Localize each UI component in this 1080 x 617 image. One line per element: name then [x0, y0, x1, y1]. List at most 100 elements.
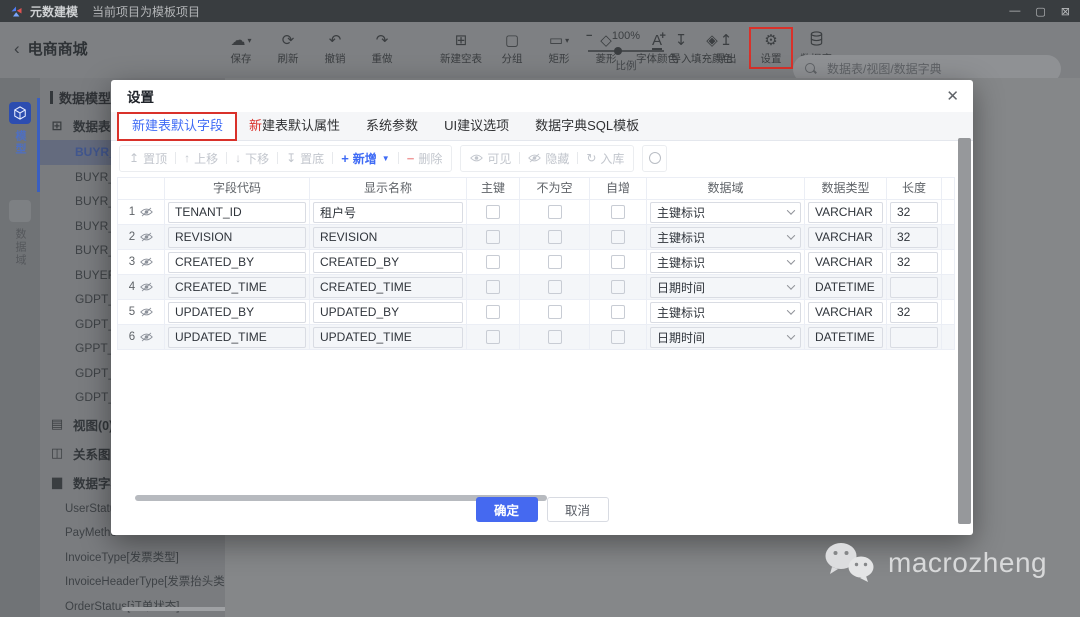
- info-button[interactable]: [642, 144, 668, 172]
- not-null-checkbox[interactable]: [547, 255, 562, 269]
- not-null-checkbox[interactable]: [547, 230, 562, 244]
- data-type-input[interactable]: DATETIME: [808, 326, 883, 348]
- field-code-input[interactable]: TENANT_ID: [168, 201, 306, 223]
- data-domain-select[interactable]: 主键标识: [650, 301, 801, 323]
- import-button[interactable]: ↧▾ 导入: [662, 29, 700, 67]
- primary-key-checkbox[interactable]: [486, 205, 500, 219]
- sidebar-dict-item[interactable]: InvoiceHeaderType[发票抬头类型]: [40, 570, 225, 595]
- display-name-input[interactable]: UPDATED_TIME: [313, 326, 463, 348]
- set-visible-button[interactable]: 可见: [470, 150, 511, 167]
- length-input[interactable]: 32: [890, 251, 938, 273]
- zoom-slider[interactable]: [588, 47, 664, 55]
- undo-button[interactable]: ↶▾ 撤销: [316, 29, 354, 67]
- new-table-button[interactable]: ⊞▾ 新建空表: [438, 29, 484, 67]
- maximize-icon[interactable]: ▢: [1035, 5, 1045, 18]
- zoom-out-button[interactable]: −: [586, 30, 592, 42]
- primary-key-checkbox[interactable]: [486, 230, 500, 244]
- primary-key-checkbox[interactable]: [486, 305, 500, 319]
- data-domain-select[interactable]: 主键标识: [650, 226, 801, 248]
- data-domain-select[interactable]: 主键标识: [650, 201, 801, 223]
- auto-increment-checkbox[interactable]: [611, 305, 625, 319]
- primary-key-checkbox[interactable]: [486, 330, 500, 344]
- add-row-button[interactable]: + 新增: [341, 150, 377, 167]
- not-null-checkbox[interactable]: [547, 280, 562, 294]
- ok-button[interactable]: 确定: [475, 497, 538, 522]
- eye-off-icon[interactable]: [140, 257, 154, 267]
- pin-bottom-button[interactable]: ↧ 置底: [286, 150, 324, 167]
- length-input[interactable]: 32: [890, 301, 938, 323]
- auto-increment-checkbox[interactable]: [611, 230, 625, 244]
- length-input[interactable]: 32: [890, 201, 938, 223]
- display-name-input[interactable]: UPDATED_BY: [313, 301, 463, 323]
- eye-off-icon[interactable]: [140, 307, 154, 317]
- minimize-icon[interactable]: —: [1009, 5, 1020, 17]
- data-type-input[interactable]: DATETIME: [808, 276, 883, 298]
- pin-top-button[interactable]: ↥ 置顶: [129, 150, 167, 167]
- dropdown-caret-icon[interactable]: ▾: [247, 36, 251, 45]
- eye-off-icon[interactable]: [140, 282, 154, 292]
- field-code-input[interactable]: CREATED_TIME: [168, 276, 306, 298]
- data-domain-select[interactable]: 日期时间: [650, 326, 801, 348]
- data-type-input[interactable]: VARCHAR: [808, 201, 883, 223]
- field-code-input[interactable]: UPDATED_TIME: [168, 326, 306, 348]
- rail-item-model[interactable]: 模型: [0, 78, 40, 156]
- not-null-checkbox[interactable]: [547, 205, 562, 219]
- sidebar-dict-item[interactable]: InvoiceType[发票类型]: [40, 546, 225, 571]
- back-button[interactable]: ‹ 电商商城: [14, 38, 88, 59]
- tab-system-params[interactable]: 系统参数: [353, 112, 431, 140]
- data-type-input[interactable]: VARCHAR: [808, 251, 883, 273]
- group-button[interactable]: ▢▾ 分组: [493, 29, 531, 67]
- data-type-input[interactable]: VARCHAR: [808, 226, 883, 248]
- not-null-checkbox[interactable]: [547, 305, 562, 319]
- primary-key-checkbox[interactable]: [486, 280, 500, 294]
- field-code-input[interactable]: UPDATED_BY: [168, 301, 306, 323]
- tab-default-fields[interactable]: 新建表默认字段: [116, 112, 238, 141]
- not-null-checkbox[interactable]: [547, 330, 562, 344]
- display-name-input[interactable]: REVISION: [313, 226, 463, 248]
- dropdown-caret-icon[interactable]: ▾: [565, 36, 569, 45]
- display-name-input[interactable]: 租户号: [313, 201, 463, 223]
- add-dropdown-caret-icon[interactable]: ▼: [382, 154, 390, 163]
- length-input[interactable]: [890, 276, 938, 298]
- save-button[interactable]: ☁ ▾ 保存: [222, 29, 260, 67]
- move-up-button[interactable]: ↑ 上移: [184, 150, 218, 167]
- sidebar-dict-item[interactable]: OrderStatus[订单状态]: [40, 595, 225, 617]
- dialog-vertical-scrollbar[interactable]: [958, 138, 971, 524]
- eye-off-icon[interactable]: [140, 232, 154, 242]
- primary-key-checkbox[interactable]: [486, 255, 500, 269]
- tab-ui-options[interactable]: UI建议选项: [431, 112, 522, 140]
- export-button[interactable]: ↥▾ 导出: [707, 29, 745, 67]
- redo-button[interactable]: ↷▾ 重做: [363, 29, 401, 67]
- tab-dict-sql-template[interactable]: 数据字典SQL模板: [522, 112, 652, 140]
- settings-button[interactable]: ⚙▾ 设置: [749, 27, 793, 68]
- delete-row-button[interactable]: − 删除: [407, 150, 443, 167]
- data-domain-select[interactable]: 主键标识: [650, 251, 801, 273]
- search-input[interactable]: [825, 61, 1049, 77]
- auto-increment-checkbox[interactable]: [611, 255, 625, 269]
- dialog-close-icon[interactable]: ✕: [946, 87, 959, 105]
- rail-item-domain[interactable]: 数据域: [0, 156, 40, 267]
- sidebar-scrollbar[interactable]: [122, 607, 225, 611]
- set-hidden-button[interactable]: 隐藏: [528, 150, 569, 167]
- refresh-button[interactable]: ⟳▾ 刷新: [269, 29, 307, 67]
- eye-off-icon[interactable]: [140, 207, 154, 217]
- auto-increment-checkbox[interactable]: [611, 330, 625, 344]
- tab-default-props[interactable]: 新建表默认属性: [236, 112, 353, 140]
- field-code-input[interactable]: REVISION: [168, 226, 306, 248]
- field-code-input[interactable]: CREATED_BY: [168, 251, 306, 273]
- length-input[interactable]: [890, 326, 938, 348]
- store-to-db-button[interactable]: ↻ 入库: [586, 150, 624, 167]
- zoom-slider-handle[interactable]: [613, 47, 622, 55]
- eye-off-icon[interactable]: [140, 332, 154, 342]
- display-name-input[interactable]: CREATED_BY: [313, 251, 463, 273]
- move-down-button[interactable]: ↓ 下移: [235, 150, 269, 167]
- auto-increment-checkbox[interactable]: [611, 280, 625, 294]
- close-window-icon[interactable]: ⊠: [1061, 5, 1070, 18]
- data-type-input[interactable]: VARCHAR: [808, 301, 883, 323]
- auto-increment-checkbox[interactable]: [611, 205, 625, 219]
- cancel-button[interactable]: 取消: [546, 497, 609, 522]
- data-domain-select[interactable]: 日期时间: [650, 276, 801, 298]
- rectangle-button[interactable]: ▭ ▾ 矩形: [540, 29, 578, 67]
- length-input[interactable]: 32: [890, 226, 938, 248]
- display-name-input[interactable]: CREATED_TIME: [313, 276, 463, 298]
